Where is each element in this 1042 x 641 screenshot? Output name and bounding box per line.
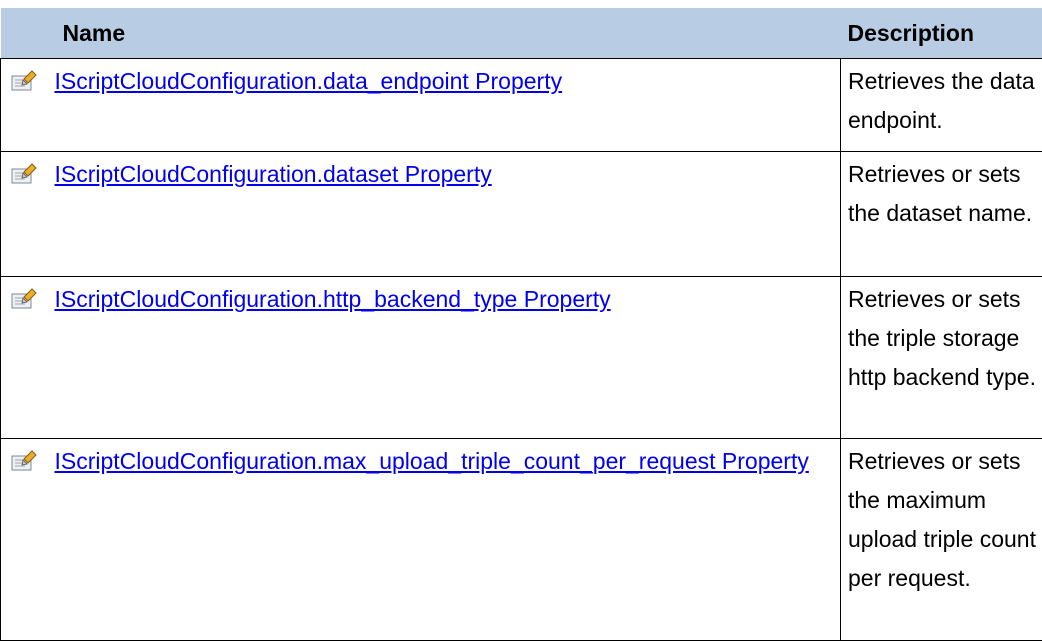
description-cell: Retrieves or sets the maximum upload tri…: [841, 439, 1042, 641]
icon-cell: [1, 59, 51, 152]
table-row: IScriptCloudConfiguration.dataset Proper…: [1, 152, 1042, 277]
header-name: Name: [51, 8, 841, 59]
property-icon: [11, 445, 37, 467]
icon-cell: [1, 277, 51, 439]
member-link-max-upload-triple-count[interactable]: IScriptCloudConfiguration.max_upload_tri…: [55, 448, 809, 474]
table-row: IScriptCloudConfiguration.max_upload_tri…: [1, 439, 1042, 641]
property-icon: [11, 158, 37, 180]
table-row: IScriptCloudConfiguration.http_backend_t…: [1, 277, 1042, 439]
icon-cell: [1, 439, 51, 641]
members-table: Name Description IScriptCloudCo: [0, 8, 1042, 641]
description-cell: Retrieves the data endpoint.: [841, 59, 1042, 152]
description-cell: Retrieves or sets the dataset name.: [841, 152, 1042, 277]
property-icon: [11, 283, 37, 305]
name-cell: IScriptCloudConfiguration.dataset Proper…: [51, 152, 841, 277]
description-cell: Retrieves or sets the triple storage htt…: [841, 277, 1042, 439]
header-row: Name Description: [1, 8, 1042, 59]
name-cell: IScriptCloudConfiguration.http_backend_t…: [51, 277, 841, 439]
member-link-data-endpoint[interactable]: IScriptCloudConfiguration.data_endpoint …: [55, 68, 563, 94]
header-icon-column: [1, 8, 51, 59]
icon-cell: [1, 152, 51, 277]
header-description: Description: [841, 8, 1042, 59]
name-cell: IScriptCloudConfiguration.max_upload_tri…: [51, 439, 841, 641]
member-link-http-backend-type[interactable]: IScriptCloudConfiguration.http_backend_t…: [55, 286, 611, 312]
property-icon: [11, 65, 37, 87]
table-row: IScriptCloudConfiguration.data_endpoint …: [1, 59, 1042, 152]
member-link-dataset[interactable]: IScriptCloudConfiguration.dataset Proper…: [55, 161, 492, 187]
name-cell: IScriptCloudConfiguration.data_endpoint …: [51, 59, 841, 152]
